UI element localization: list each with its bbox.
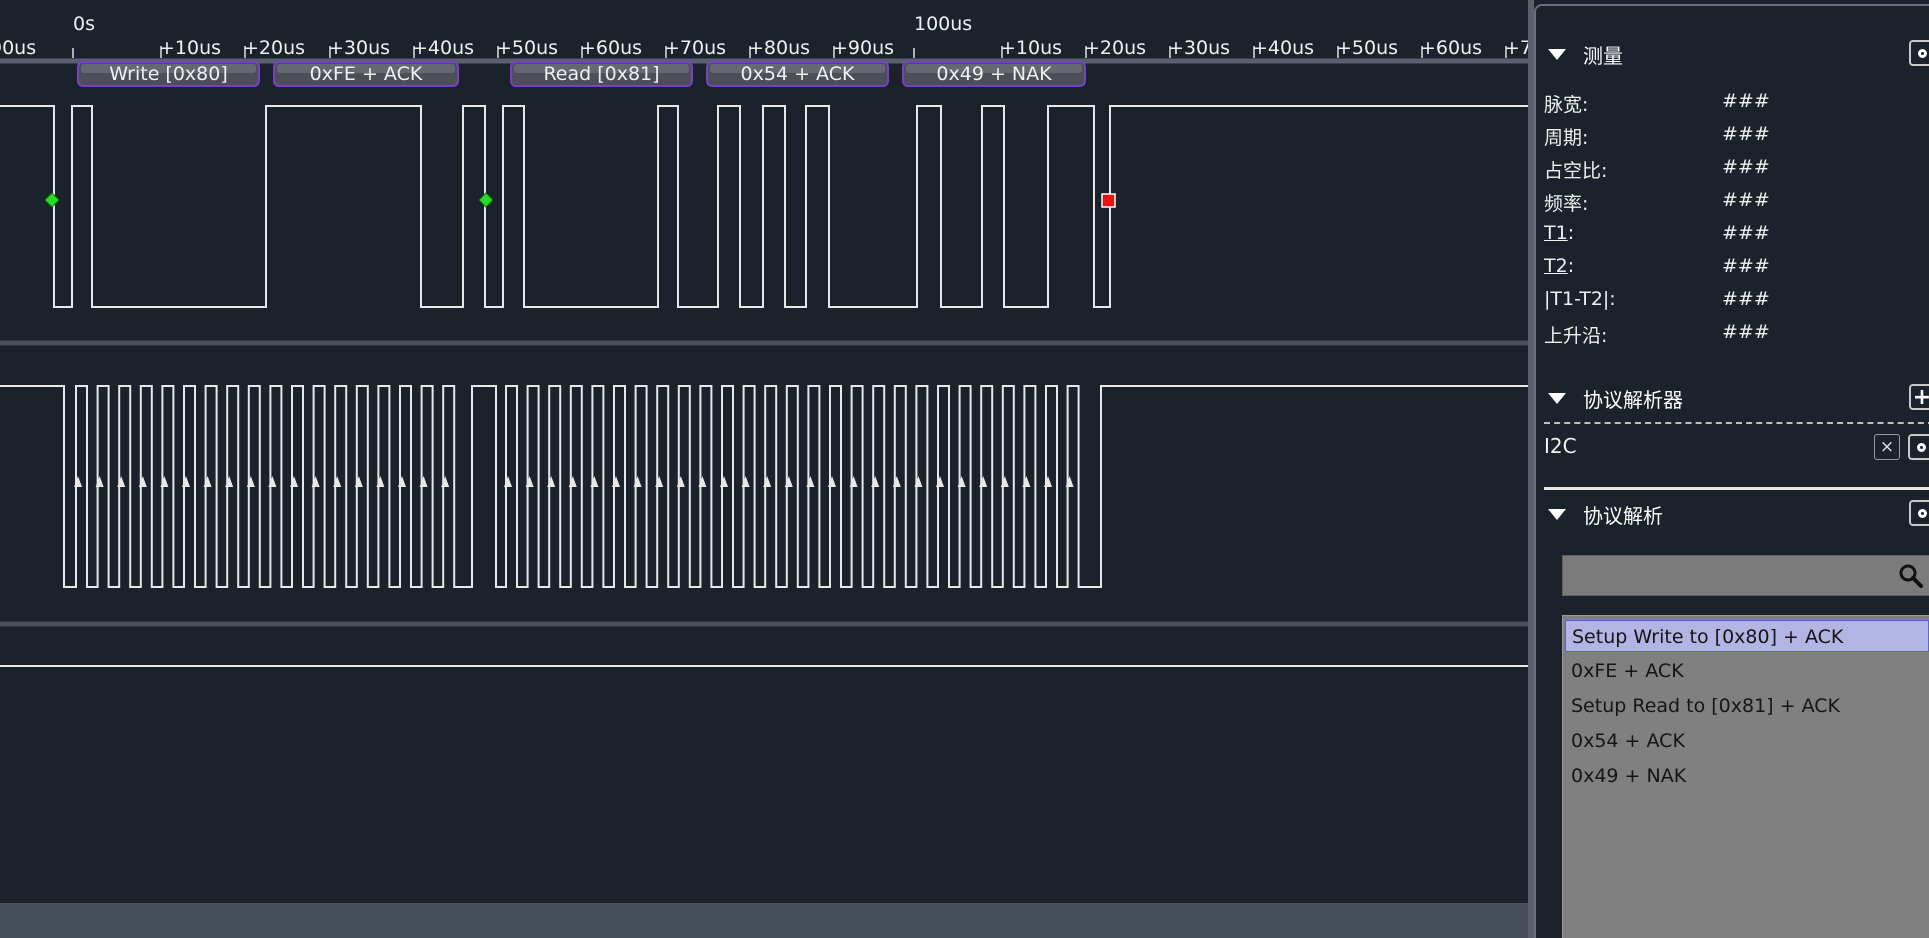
- start-condition-marker: [478, 192, 494, 208]
- ruler-label: 100us: [914, 13, 972, 35]
- measure-label: 上升沿:: [1544, 325, 1608, 347]
- decode-bubble: 0xFE + ACK: [273, 61, 459, 87]
- sda-channel-trace: [0, 105, 1528, 308]
- ruler-label: +60us: [1420, 37, 1482, 59]
- measure-row-duty-cycle: 占空比: ###: [1544, 156, 1844, 184]
- decode-bubble: Read [0x81]: [510, 61, 693, 87]
- decode-bubble-label: Write [0x80]: [109, 63, 228, 85]
- measure-row-period: 周期: ###: [1544, 123, 1844, 151]
- scl-rising-edge-markers: [74, 476, 1074, 487]
- measure-settings-button[interactable]: [1909, 40, 1929, 66]
- ruler-label: +30us: [1168, 37, 1230, 59]
- measure-value: ###: [1722, 123, 1770, 145]
- measure-label: 频率:: [1544, 193, 1589, 215]
- measure-label-suffix: :: [1567, 222, 1575, 244]
- t1-link[interactable]: T1: [1544, 222, 1568, 244]
- measure-value: ###: [1722, 90, 1770, 112]
- measure-label-t1[interactable]: T1:: [1544, 222, 1574, 244]
- add-decoder-button[interactable]: +: [1909, 384, 1929, 410]
- decode-results-section-header[interactable]: 协议解析: [1548, 500, 1663, 528]
- ruler-label: +20us: [243, 37, 305, 59]
- ruler-label: +10us: [1000, 37, 1062, 59]
- list-item[interactable]: Setup Read to [0x81] + ACK: [1565, 690, 1929, 722]
- measure-value: ###: [1722, 189, 1770, 211]
- measure-row-t1-t2: |T1-T2|: ###: [1544, 288, 1844, 316]
- plus-icon: +: [1912, 384, 1929, 410]
- decode-bubble-label: 0x54 + ACK: [741, 63, 855, 85]
- list-item[interactable]: Setup Write to [0x80] + ACK: [1565, 620, 1929, 652]
- decoder-settings-button[interactable]: [1908, 434, 1929, 460]
- gear-icon: [1917, 508, 1927, 518]
- ruler-label: +60us: [580, 37, 642, 59]
- decode-results-list[interactable]: Setup Write to [0x80] + ACK 0xFE + ACK S…: [1562, 615, 1929, 938]
- measure-row-t1: T1: ###: [1544, 222, 1844, 250]
- t2-link[interactable]: T2: [1544, 255, 1568, 277]
- ruler-label: +10us: [159, 37, 221, 59]
- stop-condition-marker: [1101, 193, 1116, 208]
- measure-label: 周期:: [1544, 127, 1589, 149]
- horizontal-scrollbar[interactable]: [0, 903, 1528, 938]
- side-panel: 测量 脉宽: ### 周期: ### 占空比: ### 频率: ### T1: …: [1534, 0, 1929, 938]
- measure-value: ###: [1722, 321, 1770, 343]
- ruler-label: 0s: [73, 13, 95, 35]
- time-ruler[interactable]: 90us 0s +10us +20us +30us +40us +50us +60us +70u…: [0, 13, 1528, 64]
- gear-icon: [1916, 442, 1926, 452]
- measure-label-t2[interactable]: T2:: [1544, 255, 1574, 277]
- measure-row-frequency: 频率: ###: [1544, 189, 1844, 217]
- list-item[interactable]: 0xFE + ACK: [1565, 655, 1929, 687]
- decoders-title: 协议解析器: [1583, 387, 1683, 412]
- decode-bubble: Write [0x80]: [77, 61, 260, 87]
- ruler-label: +70us: [664, 37, 726, 59]
- remove-decoder-button[interactable]: ×: [1874, 434, 1900, 460]
- collapse-triangle-icon[interactable]: [1548, 48, 1566, 60]
- start-condition-marker: [44, 192, 60, 208]
- ruler-label: +90us: [832, 37, 894, 59]
- measure-label: 占空比:: [1544, 160, 1608, 182]
- ruler-label: 90us: [0, 37, 36, 59]
- decode-bubble: 0x54 + ACK: [706, 61, 889, 87]
- decode-bubble-label: 0xFE + ACK: [310, 63, 423, 85]
- ruler-label: +30us: [328, 37, 390, 59]
- decode-bubble-label: 0x49 + NAK: [936, 63, 1052, 85]
- list-item[interactable]: 0x49 + NAK: [1565, 760, 1929, 792]
- ruler-label: +50us: [1336, 37, 1398, 59]
- measure-value: ###: [1722, 222, 1770, 244]
- measure-row-pulse-width: 脉宽: ###: [1544, 90, 1844, 118]
- measure-label-suffix: :: [1567, 255, 1575, 277]
- collapse-triangle-icon[interactable]: [1548, 392, 1566, 404]
- ruler-label: +80us: [748, 37, 810, 59]
- decoder-item-i2c[interactable]: I2C ×: [1544, 434, 1929, 464]
- ruler-label: +7: [1504, 37, 1528, 59]
- decoders-section-header[interactable]: 协议解析器: [1548, 384, 1683, 412]
- list-item[interactable]: 0x54 + ACK: [1565, 725, 1929, 757]
- ruler-label: +50us: [496, 37, 558, 59]
- waveform-view[interactable]: 90us 0s +10us +20us +30us +40us +50us +60us +70u…: [0, 0, 1528, 903]
- close-icon: ×: [1879, 437, 1895, 457]
- ruler-label: +20us: [1084, 37, 1146, 59]
- decode-bubble-label: Read [0x81]: [543, 63, 659, 85]
- measure-value: ###: [1722, 255, 1770, 277]
- decode-results-settings-button[interactable]: [1909, 500, 1929, 526]
- measure-label: 脉宽:: [1544, 94, 1589, 116]
- measure-value: ###: [1722, 288, 1770, 310]
- decode-results-title: 协议解析: [1583, 503, 1663, 528]
- waveform-canvas[interactable]: 90us 0s +10us +20us +30us +40us +50us +60us +70u…: [0, 0, 1528, 903]
- measure-section-header[interactable]: 测量: [1548, 40, 1623, 68]
- measure-value: ###: [1722, 156, 1770, 178]
- search-icon[interactable]: [1898, 563, 1924, 589]
- ruler-label: +40us: [1252, 37, 1314, 59]
- decode-bubble: 0x49 + NAK: [902, 61, 1086, 87]
- measure-row-t2: T2: ###: [1544, 255, 1844, 283]
- measure-title: 测量: [1583, 43, 1623, 68]
- ruler-label: +40us: [412, 37, 474, 59]
- decoder-name: I2C: [1544, 434, 1577, 458]
- measure-row-rising-edges: 上升沿: ###: [1544, 321, 1844, 349]
- decoders-divider: [1544, 487, 1929, 490]
- measure-label: |T1-T2|:: [1544, 288, 1616, 310]
- decode-search-input[interactable]: [1562, 555, 1929, 596]
- collapse-triangle-icon[interactable]: [1548, 508, 1566, 520]
- protocol-decode-row: Write [0x80] 0xFE + ACK Read [0x81] 0x54 + …: [77, 61, 1086, 87]
- decoders-divider: [1544, 422, 1929, 424]
- gear-icon: [1917, 48, 1927, 58]
